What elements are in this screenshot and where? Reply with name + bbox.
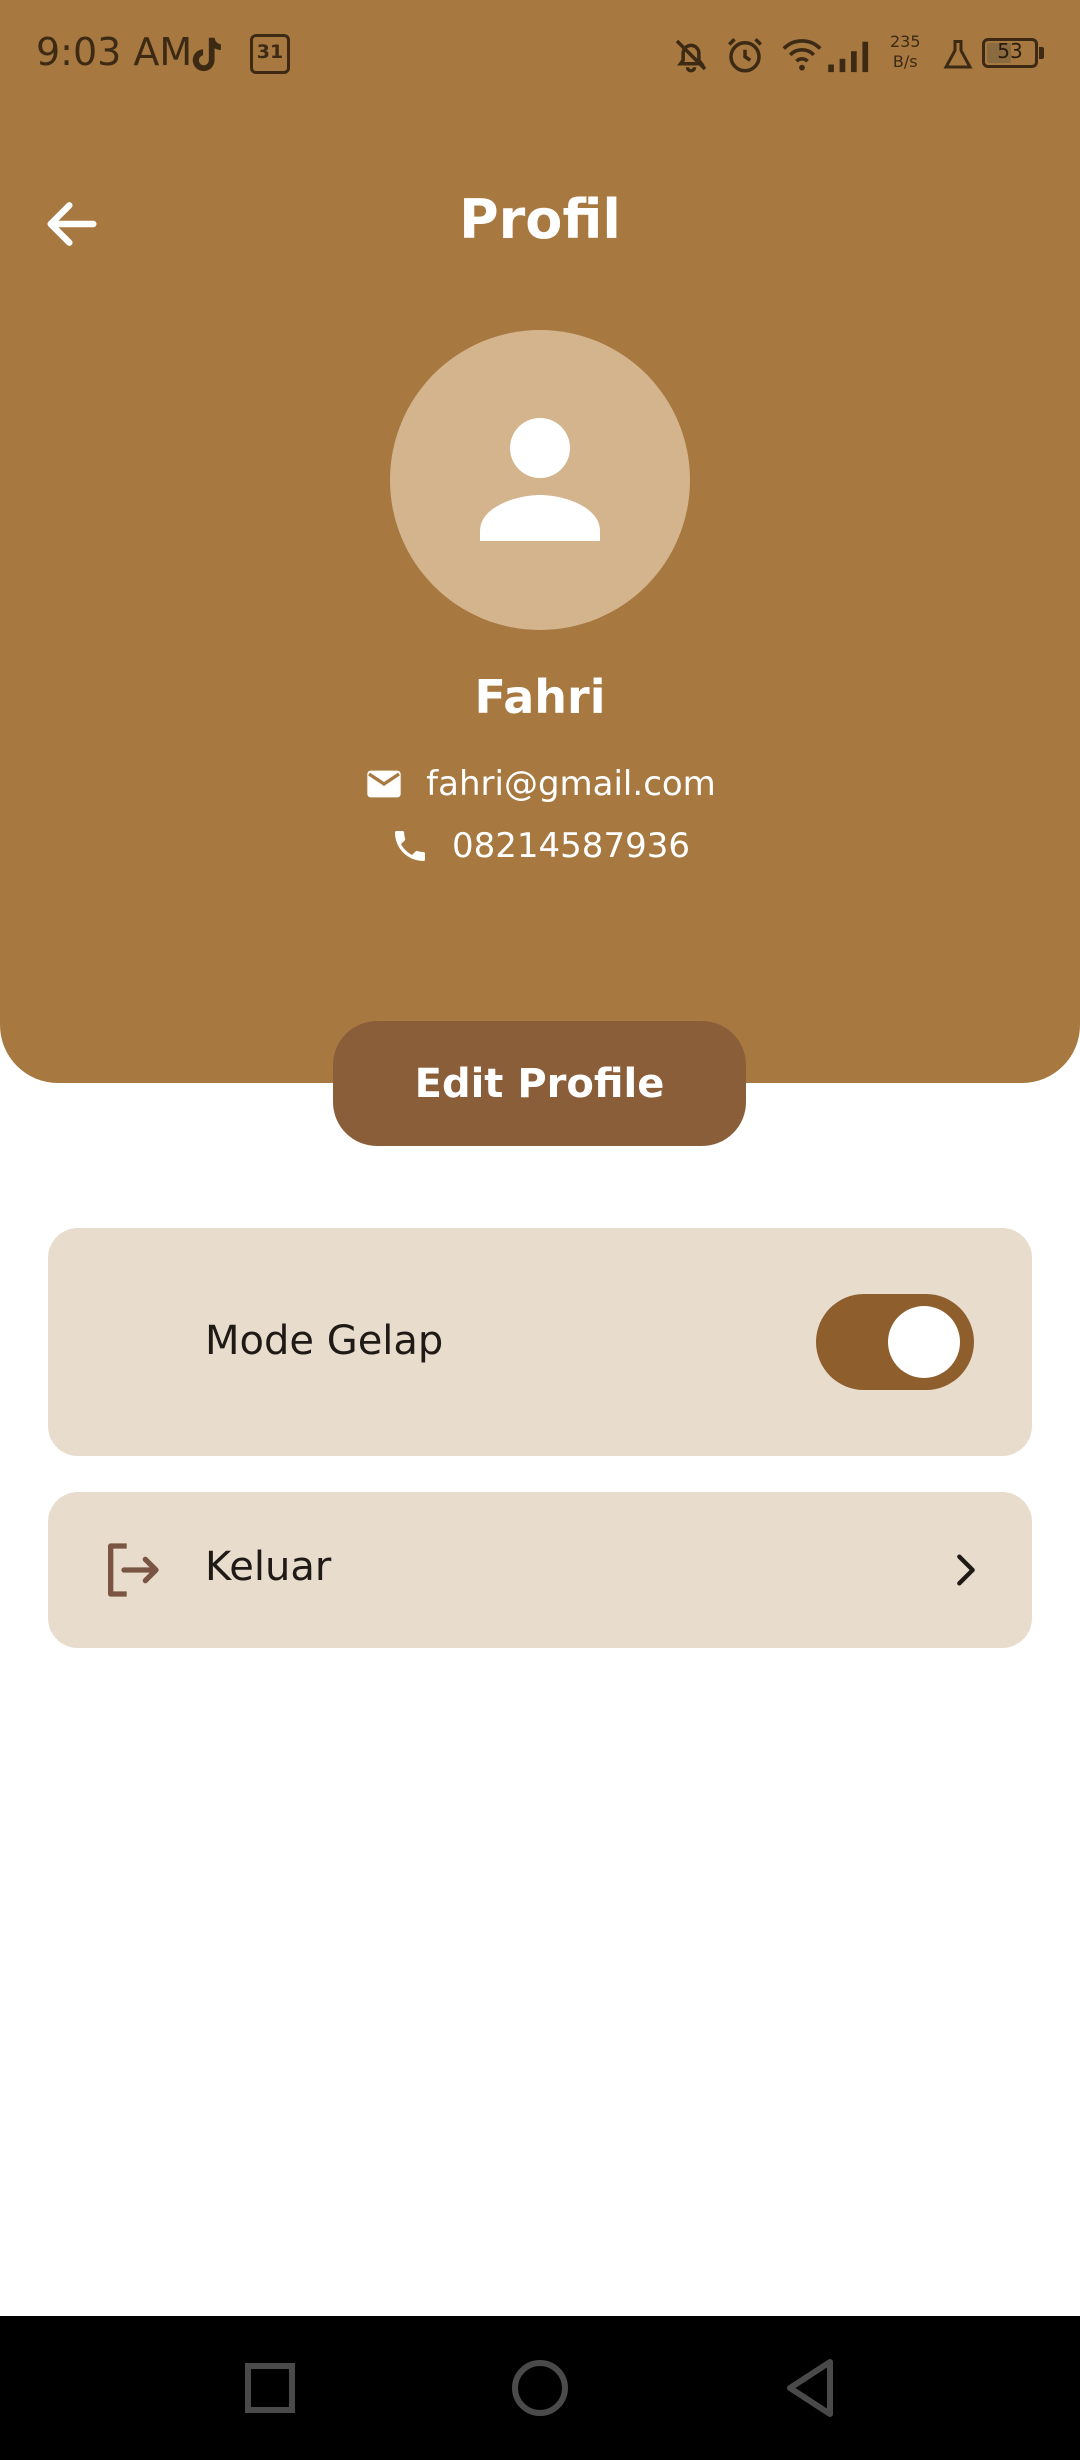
battery-tip bbox=[1039, 47, 1044, 59]
battery-level: 53 bbox=[997, 39, 1023, 63]
logout-icon bbox=[108, 1543, 159, 1597]
logout-label: Keluar bbox=[205, 1544, 332, 1590]
edit-profile-button[interactable]: Edit Profile bbox=[333, 1021, 746, 1146]
status-bar: 9:03 AM 31 235 B/s 53 bbox=[0, 0, 1080, 110]
phone-icon bbox=[395, 831, 426, 861]
toggle-knob bbox=[888, 1306, 960, 1378]
wifi-icon bbox=[782, 39, 822, 71]
calendar-day: 31 bbox=[256, 41, 284, 63]
person-icon bbox=[480, 418, 600, 541]
page-title: Profil bbox=[459, 188, 621, 251]
email-row: fahri@gmail.com bbox=[0, 764, 1080, 804]
avatar[interactable] bbox=[390, 330, 690, 630]
alarm-icon bbox=[728, 38, 762, 73]
circle-icon[interactable] bbox=[498, 2346, 582, 2430]
chevron-right-icon bbox=[957, 1554, 975, 1586]
tiktok-icon bbox=[192, 37, 221, 72]
user-name: Fahri bbox=[474, 670, 606, 724]
mail-icon bbox=[367, 770, 401, 798]
system-nav-bar bbox=[0, 2316, 1080, 2460]
logout-card[interactable]: Keluar bbox=[48, 1492, 1032, 1648]
phone-row: 08214587936 bbox=[0, 826, 1080, 866]
moon-icon bbox=[115, 1316, 142, 1368]
triangle-back-icon[interactable] bbox=[768, 2346, 852, 2430]
profile-header: 9:03 AM 31 235 B/s 53 Profil Fahri fahri… bbox=[0, 0, 1080, 1083]
calendar-icon: 31 bbox=[250, 34, 290, 74]
status-time: 9:03 AM bbox=[36, 30, 193, 74]
signal-icon bbox=[828, 41, 869, 73]
dark-mode-label: Mode Gelap bbox=[205, 1318, 444, 1364]
bell-off-icon bbox=[675, 39, 707, 73]
net-speed: 235 B/s bbox=[890, 32, 921, 71]
user-phone: 08214587936 bbox=[452, 826, 690, 866]
user-email: fahri@gmail.com bbox=[426, 764, 716, 804]
dark-mode-card: Mode Gelap bbox=[48, 1228, 1032, 1456]
dark-mode-toggle[interactable] bbox=[816, 1294, 974, 1390]
flask-icon bbox=[943, 40, 973, 69]
square-icon[interactable] bbox=[228, 2346, 312, 2430]
battery-icon: 53 bbox=[982, 38, 1038, 68]
